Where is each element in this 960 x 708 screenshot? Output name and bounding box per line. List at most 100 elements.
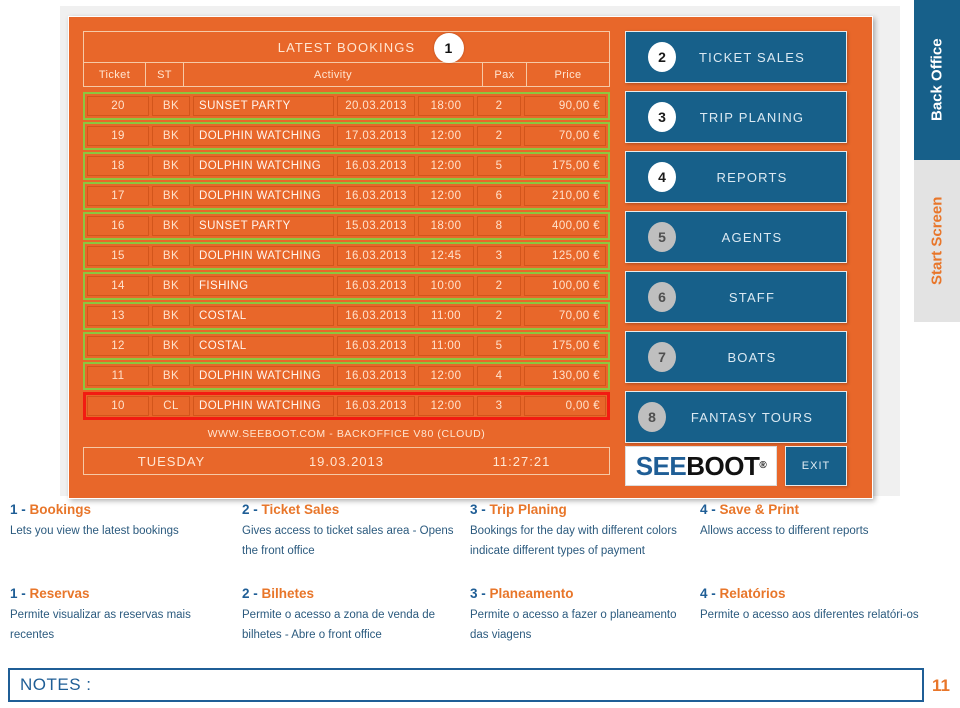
- descriptions-portuguese: 1 - Reservas Permite visualizar as reserv…: [10, 586, 950, 645]
- logo-see: SEE: [635, 451, 687, 481]
- vertical-tab-strip: Back Office Start Screen: [914, 0, 960, 322]
- description-title: Reservas: [29, 586, 90, 601]
- booking-row[interactable]: 16 BK SUNSET PARTY 15.03.2013 18:00 8 400,00 €: [83, 212, 610, 240]
- logo-registered-mark: ®: [759, 460, 767, 471]
- booking-row[interactable]: 13 BK COSTAL 16.03.2013 11:00 2 70,00 €: [83, 302, 610, 330]
- cell-time: 11:00: [418, 336, 474, 356]
- callout-badge-1: 1: [434, 33, 464, 63]
- booking-row[interactable]: 12 BK COSTAL 16.03.2013 11:00 5 175,00 €: [83, 332, 610, 360]
- booking-row[interactable]: 18 BK DOLPHIN WATCHING 16.03.2013 12:00 5 175,…: [83, 152, 610, 180]
- menu-button-boats[interactable]: 7 BOATS: [625, 331, 847, 383]
- cell-time: 12:00: [418, 186, 474, 206]
- exit-button[interactable]: EXIT: [785, 446, 847, 486]
- description-item-en-1: 1 - Bookings Lets you view the latest boo…: [10, 502, 242, 561]
- cell-ticket: 15: [87, 246, 149, 266]
- cell-pax: 3: [477, 246, 521, 266]
- booking-row[interactable]: 10 CL DOLPHIN WATCHING 16.03.2013 12:00 3 0,00…: [83, 392, 610, 420]
- cell-price: 90,00 €: [524, 96, 606, 116]
- cell-pax: 5: [477, 336, 521, 356]
- booking-row[interactable]: 14 BK FISHING 16.03.2013 10:00 2 100,00 €: [83, 272, 610, 300]
- description-title: Ticket Sales: [261, 502, 340, 517]
- description-item-en-4: 4 - Save & Print Allows access to differe…: [700, 502, 950, 561]
- booking-row[interactable]: 17 BK DOLPHIN WATCHING 16.03.2013 12:00 6 210,…: [83, 182, 610, 210]
- cell-status: BK: [152, 336, 190, 356]
- brand-row: SEE BOOT ® EXIT: [625, 446, 847, 486]
- description-heading: 3 - Planeamento: [470, 586, 690, 601]
- description-title: Bookings: [29, 502, 92, 517]
- description-body: Bookings for the day with different colo…: [470, 525, 677, 557]
- booking-row[interactable]: 11 BK DOLPHIN WATCHING 16.03.2013 12:00 4 130,…: [83, 362, 610, 390]
- menu-button-agents[interactable]: 5 AGENTS: [625, 211, 847, 263]
- description-item-pt-2: 2 - Bilhetes Permite o acesso a zona de v…: [242, 586, 470, 645]
- cell-activity: FISHING: [193, 276, 334, 296]
- cell-date: 16.03.2013: [337, 336, 415, 356]
- menu-button-ticket-sales[interactable]: 2 TICKET SALES: [625, 31, 847, 83]
- descriptions-english: 1 - Bookings Lets you view the latest boo…: [10, 502, 950, 561]
- booking-row[interactable]: 19 BK DOLPHIN WATCHING 17.03.2013 12:00 2 70,0…: [83, 122, 610, 150]
- column-header-pax: Pax: [483, 63, 527, 86]
- description-number: 1 -: [10, 586, 30, 601]
- tab-start-screen[interactable]: Start Screen: [914, 160, 960, 322]
- cell-date: 16.03.2013: [337, 276, 415, 296]
- column-header-st: ST: [146, 63, 184, 86]
- cell-time: 12:00: [418, 396, 474, 416]
- cell-pax: 5: [477, 156, 521, 176]
- menu-button-label: BOATS: [727, 349, 777, 365]
- cell-time: 12:00: [418, 156, 474, 176]
- bookings-table-header: Ticket ST Activity Pax Price: [83, 63, 610, 87]
- clock-bar: TUESDAY 19.03.2013 11:27:21: [83, 447, 610, 475]
- menu-button-trip-planing[interactable]: 3 TRIP PLANING: [625, 91, 847, 143]
- cell-time: 11:00: [418, 306, 474, 326]
- description-body: Allows access to different reports: [700, 525, 869, 537]
- menu-button-reports[interactable]: 4 REPORTS: [625, 151, 847, 203]
- description-heading: 1 - Reservas: [10, 586, 232, 601]
- notes-box[interactable]: NOTES :: [8, 668, 924, 702]
- cell-activity: COSTAL: [193, 336, 334, 356]
- menu-button-label: STAFF: [728, 289, 776, 305]
- menu-button-staff[interactable]: 6 STAFF: [625, 271, 847, 323]
- logo-boot: BOOT: [686, 451, 760, 481]
- description-title: Bilhetes: [261, 586, 315, 601]
- cell-activity: SUNSET PARTY: [193, 96, 334, 116]
- cell-status: BK: [152, 126, 190, 146]
- notes-label: NOTES :: [20, 675, 92, 694]
- description-number: 2 -: [242, 586, 262, 601]
- booking-row[interactable]: 15 BK DOLPHIN WATCHING 16.03.2013 12:45 3 125,…: [83, 242, 610, 270]
- menu-number-badge: 2: [648, 42, 676, 72]
- menu-number-badge: 3: [648, 102, 676, 132]
- description-item-en-2: 2 - Ticket Sales Gives access to ticket s…: [242, 502, 470, 561]
- cell-date: 17.03.2013: [337, 126, 415, 146]
- description-body: Gives access to ticket sales area - Open…: [242, 525, 454, 557]
- cell-time: 10:00: [418, 276, 474, 296]
- menu-button-label: TICKET SALES: [699, 49, 805, 65]
- cell-price: 400,00 €: [524, 216, 606, 236]
- cell-date: 16.03.2013: [337, 366, 415, 386]
- menu-number-badge: 7: [648, 342, 676, 372]
- cell-activity: DOLPHIN WATCHING: [193, 156, 334, 176]
- cell-activity: DOLPHIN WATCHING: [193, 366, 334, 386]
- description-body: Permite o acesso a fazer o planeamento d…: [470, 609, 677, 641]
- cell-pax: 8: [477, 216, 521, 236]
- cell-time: 12:00: [418, 366, 474, 386]
- cell-pax: 4: [477, 366, 521, 386]
- tab-back-office[interactable]: Back Office: [914, 0, 960, 160]
- cell-status: BK: [152, 216, 190, 236]
- cell-price: 175,00 €: [524, 156, 606, 176]
- menu-button-fantasy-tours[interactable]: 8 FANTASY TOURS: [625, 391, 847, 443]
- bookings-title-bar: LATEST BOOKINGS 1: [83, 31, 610, 63]
- app-window: LATEST BOOKINGS 1 Ticket ST Activity Pax…: [68, 16, 873, 499]
- cell-date: 16.03.2013: [337, 306, 415, 326]
- cell-ticket: 14: [87, 276, 149, 296]
- description-body: Permite o acesso a zona de venda de bilh…: [242, 609, 436, 641]
- cell-status: BK: [152, 246, 190, 266]
- cell-ticket: 18: [87, 156, 149, 176]
- description-number: 2 -: [242, 502, 262, 517]
- clock-time: 11:27:21: [492, 453, 551, 469]
- cell-status: BK: [152, 156, 190, 176]
- menu-buttons: 2 TICKET SALES 3 TRIP PLANING 4 REPORTS 5 AGENT…: [625, 31, 847, 443]
- seeboot-logo: SEE BOOT ®: [625, 446, 777, 486]
- cell-status: BK: [152, 366, 190, 386]
- cell-ticket: 16: [87, 216, 149, 236]
- cell-pax: 3: [477, 396, 521, 416]
- booking-row[interactable]: 20 BK SUNSET PARTY 20.03.2013 18:00 2 90,00 €: [83, 92, 610, 120]
